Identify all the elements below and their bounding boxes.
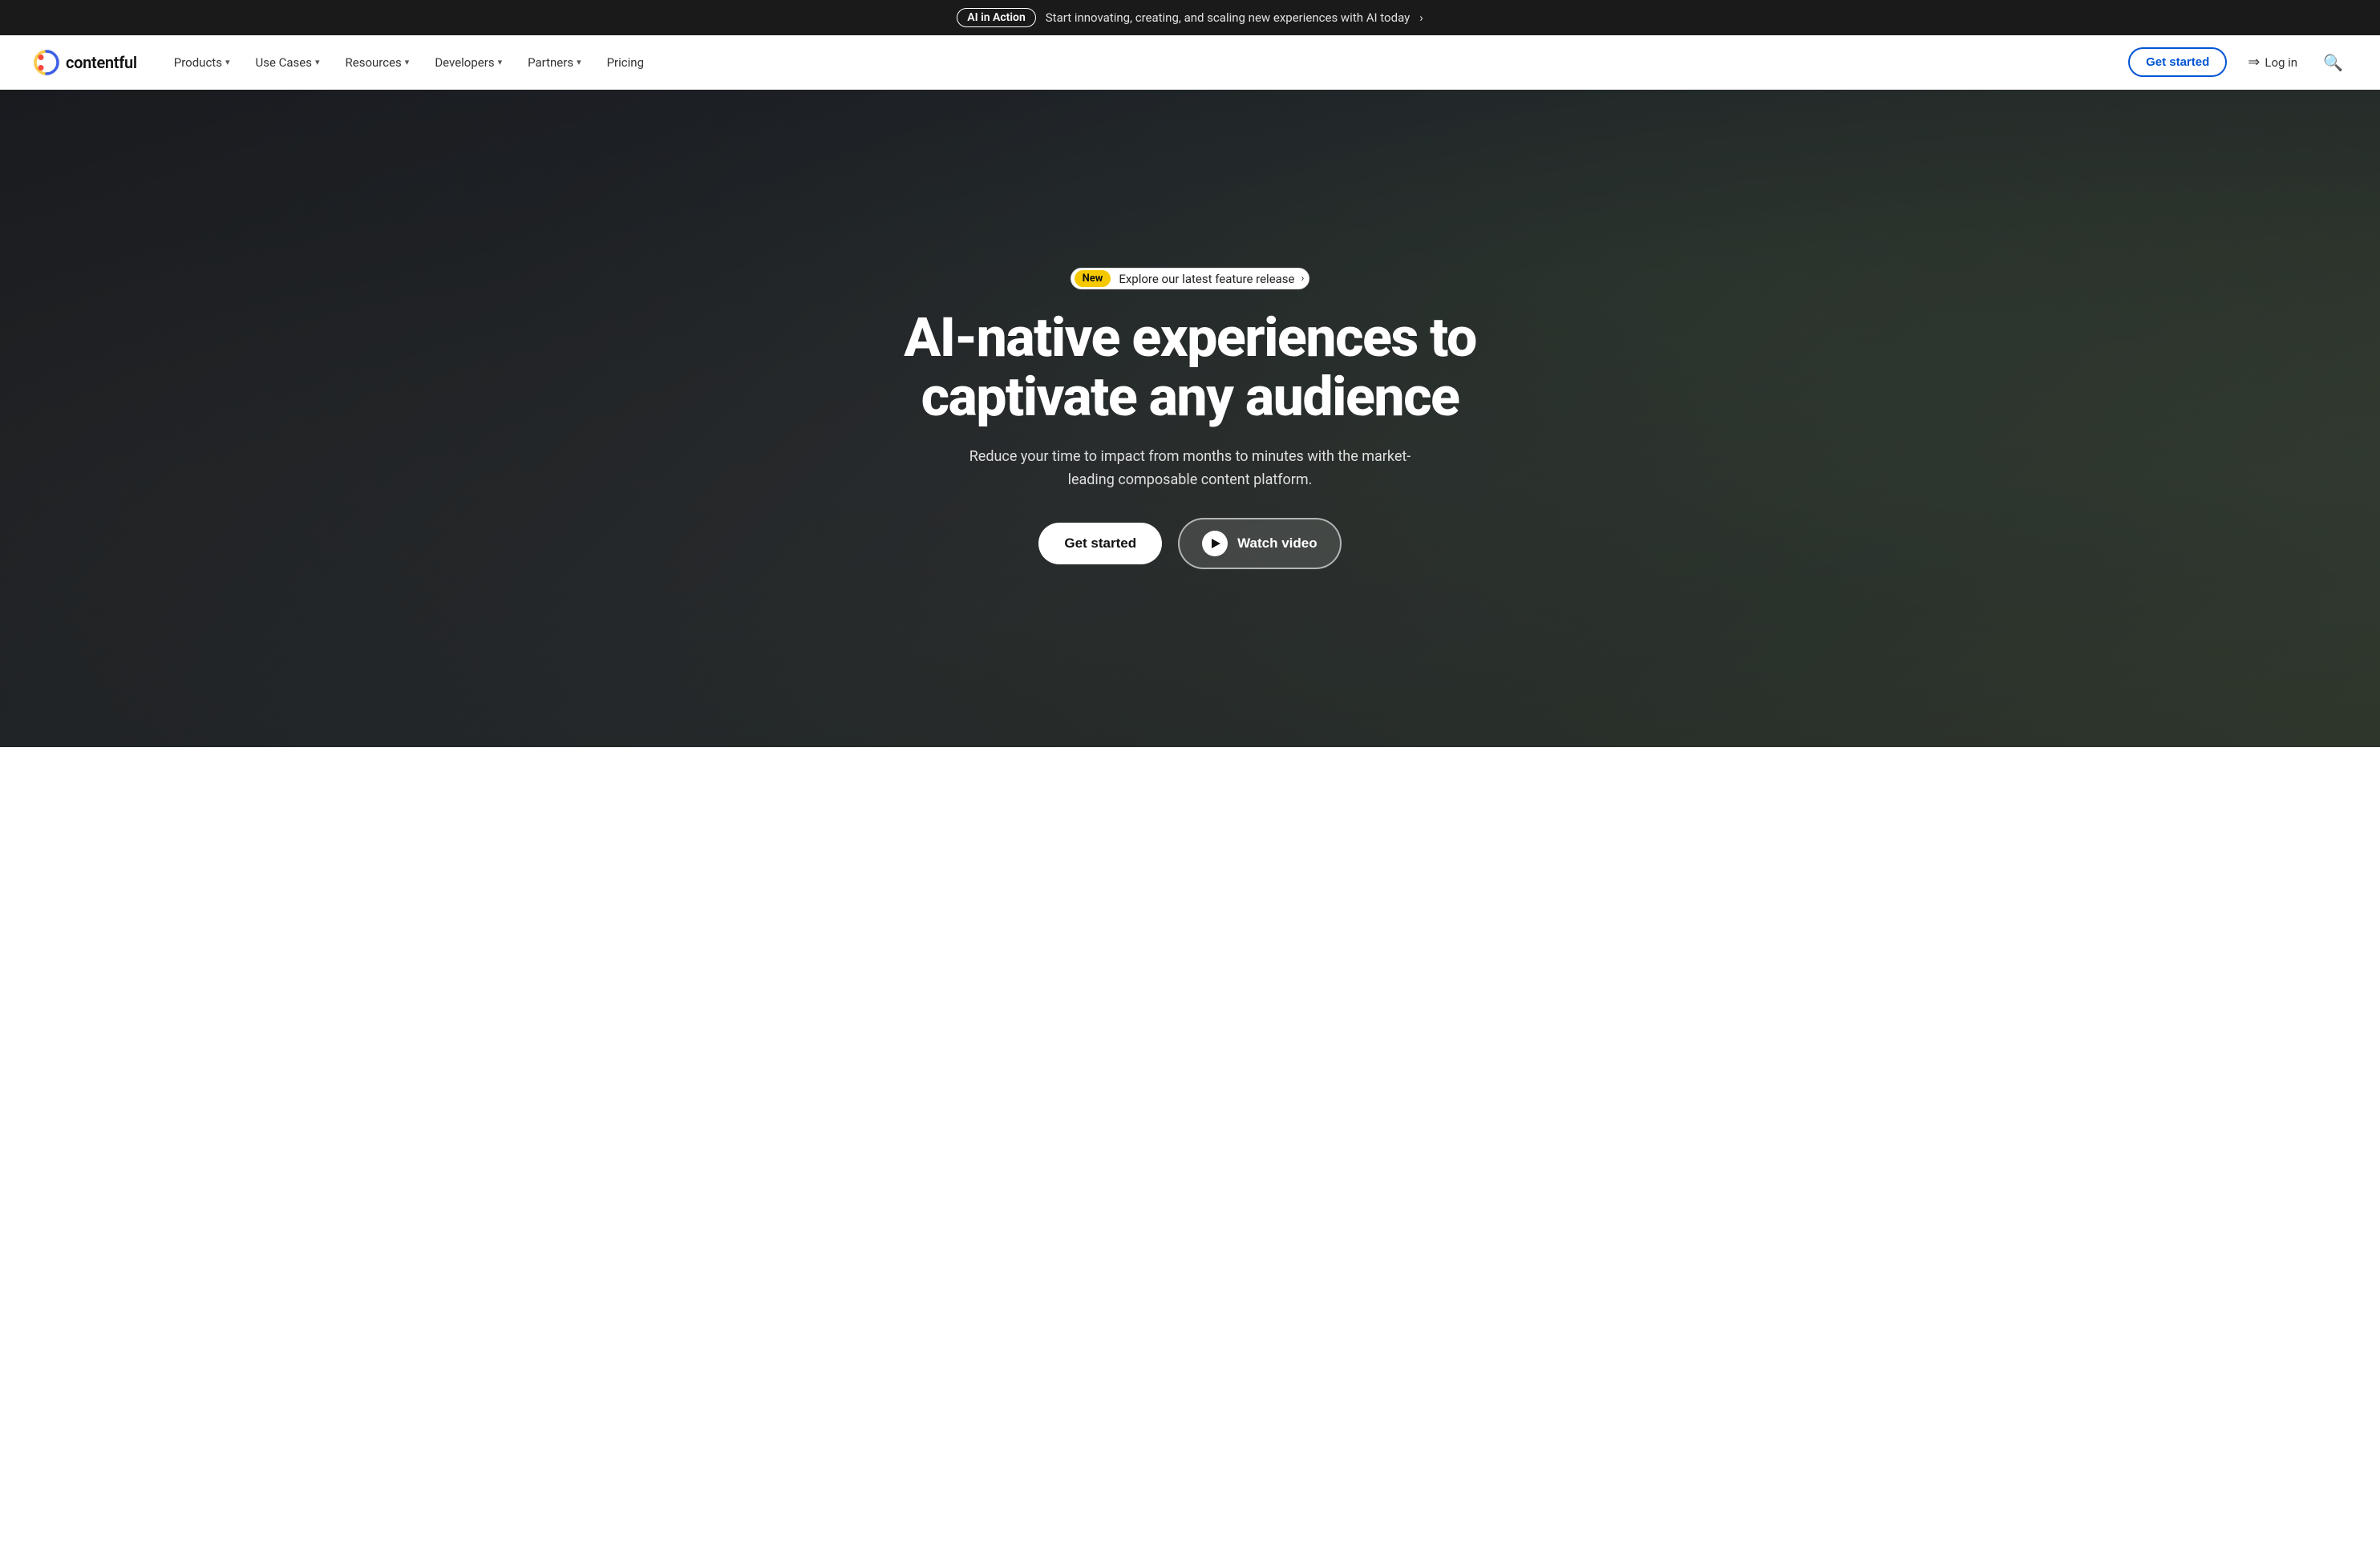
- hero-section: New Explore our latest feature release ›…: [0, 90, 2380, 747]
- top-banner-arrow: ›: [1419, 10, 1423, 25]
- nav-right: Get started ⇒ Log in 🔍: [2128, 47, 2348, 77]
- ai-in-action-badge[interactable]: AI in Action: [957, 8, 1036, 27]
- hero-subtitle: Reduce your time to impact from months t…: [949, 446, 1431, 492]
- hero-badge-new-label: New: [1075, 270, 1111, 287]
- nav-label-resources: Resources: [346, 55, 402, 70]
- partners-chevron-icon: ▾: [577, 57, 581, 67]
- login-label: Log in: [2265, 55, 2297, 70]
- play-icon-circle: [1202, 531, 1228, 556]
- nav-label-use-cases: Use Cases: [255, 55, 312, 70]
- nav-item-partners[interactable]: Partners ▾: [516, 49, 593, 76]
- hero-badge-chevron-icon: ›: [1301, 273, 1305, 285]
- get-started-nav-button[interactable]: Get started: [2128, 47, 2227, 77]
- nav-label-partners: Partners: [528, 55, 573, 70]
- nav-item-use-cases[interactable]: Use Cases ▾: [244, 49, 330, 76]
- top-banner[interactable]: AI in Action Start innovating, creating,…: [0, 0, 2380, 35]
- hero-title: AI-native experiences to captivate any a…: [897, 309, 1483, 426]
- nav-label-pricing: Pricing: [607, 55, 644, 70]
- hero-new-badge[interactable]: New Explore our latest feature release ›: [1071, 268, 1310, 289]
- get-started-hero-button[interactable]: Get started: [1038, 523, 1162, 564]
- hero-cta-row: Get started Watch video: [1038, 518, 1341, 569]
- login-button[interactable]: ⇒ Log in: [2240, 49, 2305, 75]
- nav-item-products[interactable]: Products ▾: [163, 49, 241, 76]
- search-icon[interactable]: 🔍: [2318, 48, 2348, 77]
- nav-item-developers[interactable]: Developers ▾: [423, 49, 513, 76]
- watch-video-label: Watch video: [1237, 535, 1318, 552]
- logo[interactable]: contentful: [32, 48, 137, 77]
- navbar: contentful Products ▾ Use Cases ▾ Resour…: [0, 35, 2380, 90]
- resources-chevron-icon: ▾: [405, 57, 410, 67]
- nav-label-developers: Developers: [435, 55, 494, 70]
- logo-icon: [32, 48, 61, 77]
- login-icon: ⇒: [2248, 54, 2260, 71]
- play-triangle-icon: [1212, 539, 1220, 548]
- hero-content: New Explore our latest feature release ›…: [877, 268, 1503, 568]
- logo-text: contentful: [66, 53, 137, 72]
- nav-label-products: Products: [174, 55, 222, 70]
- use-cases-chevron-icon: ▾: [315, 57, 320, 67]
- nav-item-pricing[interactable]: Pricing: [596, 49, 655, 76]
- watch-video-button[interactable]: Watch video: [1178, 518, 1342, 569]
- nav-items: Products ▾ Use Cases ▾ Resources ▾ Devel…: [163, 49, 2128, 76]
- top-banner-text: Start innovating, creating, and scaling …: [1046, 10, 1410, 25]
- developers-chevron-icon: ▾: [498, 57, 503, 67]
- products-chevron-icon: ▾: [225, 57, 230, 67]
- hero-badge-text: Explore our latest feature release: [1119, 272, 1294, 286]
- nav-item-resources[interactable]: Resources ▾: [334, 49, 421, 76]
